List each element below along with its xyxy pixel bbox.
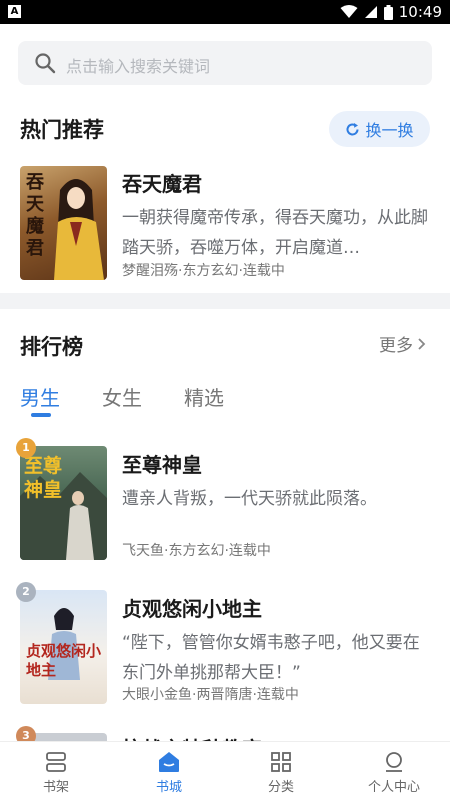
refresh-button[interactable]: 换一换 [329,111,430,147]
signal-icon [364,6,377,18]
clock: 10:49 [398,3,442,21]
book-description: “陛下，管管你女婿韦憨子吧，他又要在东门外单挑那帮大臣！” [122,633,420,683]
chevron-right-icon [418,337,426,350]
nav-profile[interactable]: 个人中心 [354,750,434,795]
refresh-icon [347,122,359,135]
bookstore-icon [159,752,179,772]
user-icon [386,752,402,772]
book-title[interactable]: 至尊神皇 [122,449,202,478]
nav-bookshelf[interactable]: 书架 [16,750,96,795]
cover-title-text: 贞观悠闲小地主 [26,642,102,679]
nav-label: 个人中心 [367,780,420,795]
search-bar[interactable]: 点击输入搜索关键词 [18,41,432,85]
tab-female[interactable]: 女生 [102,382,142,411]
cover-title-text: 吞天魔君 [26,172,44,259]
book-meta: 大眼小金鱼·两晋隋唐·连载中 [122,687,299,703]
book-title[interactable]: 贞观悠闲小地主 [122,593,262,622]
bottom-navigation: 书架 书城 分类 个人中心 [0,741,450,800]
tab-male[interactable]: 男生 [20,382,60,411]
hot-section-title: 热门推荐 [20,118,104,142]
section-divider [0,293,450,309]
nav-label: 分类 [267,780,294,795]
app-notification-icon: A [8,5,21,18]
book-description: 一朝获得魔帝传承，得吞天魔功，从此脚踏天骄，吞噬万体，开启魔道… [122,208,428,258]
more-label: 更多 [379,336,413,356]
refresh-label: 换一换 [365,121,414,140]
category-grid-icon [271,752,291,772]
book-description: 遭亲人背叛，一代天骄就此陨落。 [122,489,377,509]
rank-badge: 1 [16,438,36,458]
more-link[interactable]: 更多 [379,331,426,356]
search-icon [35,53,56,74]
ranking-section-title: 排行榜 [20,335,83,359]
book-meta: 梦醒泪殇·东方玄幻·连载中 [122,263,285,279]
book-cover[interactable]: 贞观悠闲小地主 [20,590,107,704]
book-title[interactable]: 吞天魔君 [122,168,202,197]
status-bar: A 10:49 [0,0,450,24]
wifi-icon [340,5,358,18]
battery-icon [383,4,393,20]
nav-category[interactable]: 分类 [241,750,321,795]
nav-bookstore[interactable]: 书城 [129,750,209,795]
bookshelf-icon [46,752,66,772]
nav-label: 书城 [155,780,182,795]
nav-label: 书架 [42,780,69,795]
book-meta: 飞天鱼·东方玄幻·连载中 [122,543,271,559]
search-placeholder: 点击输入搜索关键词 [66,57,211,76]
tab-featured[interactable]: 精选 [184,382,224,411]
cover-title-text: 至尊神皇 [24,455,63,501]
rank-badge: 2 [16,582,36,602]
active-tab-indicator [31,413,51,417]
book-cover[interactable]: 吞天魔君 [20,166,107,280]
book-cover[interactable]: 至尊神皇 [20,446,107,560]
